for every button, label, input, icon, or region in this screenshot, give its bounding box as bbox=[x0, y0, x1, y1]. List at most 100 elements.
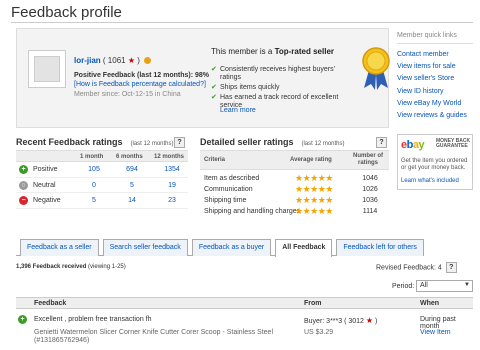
recent-ratings-table: 1 month 6 months 12 months + Positive 105 6… bbox=[16, 150, 188, 209]
period-select[interactable]: All ▼ bbox=[416, 280, 473, 292]
criteria-label: Shipping time bbox=[204, 197, 247, 204]
period-value: All bbox=[420, 282, 428, 289]
detailed-ratings-head: Criteria Average rating Number of rating… bbox=[200, 150, 389, 170]
revised-help-button[interactable]: ? bbox=[445, 262, 457, 273]
title-divider bbox=[11, 22, 473, 23]
revised-feedback-label: Revised Feedback: 4 bbox=[376, 264, 442, 272]
criteria-label: Communication bbox=[204, 186, 253, 193]
positive-feedback-percent: Positive Feedback (last 12 months): 98% bbox=[74, 72, 209, 79]
neutral-icon: ○ bbox=[19, 180, 28, 190]
detailed-rating-row: Shipping time ★★★★★ 1036 bbox=[200, 195, 389, 206]
username-link[interactable]: lor-jian bbox=[74, 56, 101, 65]
rating-count-link[interactable]: 23 bbox=[157, 197, 187, 204]
quick-links-list: Contact member View items for sale View … bbox=[397, 49, 467, 122]
member-since: Member since: Oct-12-15 in China bbox=[74, 91, 181, 98]
check-icon: ✔ bbox=[211, 94, 217, 101]
recent-ratings-help-button[interactable]: ? bbox=[174, 137, 185, 148]
quick-link-reviews[interactable]: View reviews & guides bbox=[397, 110, 467, 122]
rating-count-link[interactable]: 5 bbox=[117, 182, 147, 189]
tab-feedback-as-a-buyer[interactable]: Feedback as a buyer bbox=[191, 239, 272, 256]
star-rating-icon: ★★★★★ bbox=[295, 184, 333, 194]
quick-link-items-for-sale[interactable]: View items for sale bbox=[397, 61, 467, 73]
rating-count-link[interactable]: 105 bbox=[79, 166, 109, 173]
tab-all-feedback[interactable]: All Feedback bbox=[275, 239, 333, 257]
rating-count-link[interactable]: 1354 bbox=[157, 166, 187, 173]
rating-count: 1046 bbox=[362, 175, 378, 182]
learn-more-link[interactable]: Learn more bbox=[220, 107, 256, 114]
feedback-table-header: Feedback From When bbox=[16, 297, 473, 309]
tab-feedback-as-a-seller[interactable]: Feedback as a seller bbox=[20, 239, 99, 256]
top-rated-medal-icon bbox=[362, 47, 390, 90]
buyer-star-icon: ★ bbox=[365, 316, 374, 325]
top-rated-statement: This member is a Top-rated seller bbox=[211, 47, 334, 56]
rating-count: 1036 bbox=[362, 197, 378, 204]
quick-link-contact[interactable]: Contact member bbox=[397, 49, 467, 61]
recent-ratings-title: Recent Feedback ratings bbox=[16, 137, 123, 147]
rating-count-link[interactable]: 0 bbox=[79, 182, 109, 189]
criteria-label: Item as described bbox=[204, 175, 260, 182]
col-feedback: Feedback bbox=[34, 300, 67, 307]
username-row: lor-jian ( 1061 ★ ) bbox=[74, 56, 152, 65]
view-item-link[interactable]: View Item bbox=[420, 329, 451, 336]
quick-link-my-world[interactable]: View eBay My World bbox=[397, 98, 467, 110]
detailed-ratings-header: Detailed seller ratings (last 12 months) bbox=[200, 137, 345, 147]
rating-row-neutral: ○ Neutral 0 5 19 bbox=[16, 178, 188, 193]
detailed-ratings-table: Criteria Average rating Number of rating… bbox=[200, 150, 389, 217]
ad-learn-link[interactable]: Learn what's included bbox=[401, 178, 459, 184]
feedback-score: ( 1061 bbox=[102, 56, 126, 65]
ad-description: Get the item you ordered or get your mon… bbox=[401, 158, 468, 171]
check-icon: ✔ bbox=[211, 66, 217, 73]
top-rated-prefix: This member is a bbox=[211, 47, 275, 56]
feedback-score-close: ) bbox=[137, 56, 140, 65]
rating-count-link[interactable]: 5 bbox=[79, 197, 109, 204]
buyer-name-score: Buyer: 3***3 ( 3012 bbox=[304, 318, 364, 325]
top-rated-label: Top-rated seller bbox=[274, 47, 334, 56]
rating-row-negative: − Negative 5 14 23 bbox=[16, 193, 188, 209]
col-from: From bbox=[304, 300, 322, 307]
quick-links-title: Member quick links bbox=[397, 32, 457, 39]
bullet-text: Ships items quickly bbox=[220, 84, 280, 91]
positive-icon: + bbox=[18, 315, 27, 324]
money-back-guarantee-ad[interactable]: ebay MONEY BACK GUARANTEE Get the item y… bbox=[397, 134, 473, 190]
feedback-price: US $3.29 bbox=[304, 329, 334, 336]
page-title: Feedback profile bbox=[11, 4, 122, 21]
col-average-rating: Average rating bbox=[290, 157, 332, 163]
period-label: Period: bbox=[392, 283, 415, 290]
detailed-ratings-help-button[interactable]: ? bbox=[376, 137, 387, 148]
star-rating-icon: ★★★★★ bbox=[295, 195, 333, 205]
tab-search-seller-feedback[interactable]: Search seller feedback bbox=[102, 239, 188, 256]
buyer-score-close: ) bbox=[375, 318, 378, 325]
quick-link-store[interactable]: View seller's Store bbox=[397, 73, 467, 85]
col-when: When bbox=[420, 300, 440, 307]
feedback-comment: Excellent , problem free transaction fh bbox=[34, 316, 152, 323]
recent-ratings-header: Recent Feedback ratings (last 12 months) bbox=[16, 137, 174, 147]
rating-count: 1114 bbox=[362, 208, 378, 215]
detailed-ratings-title: Detailed seller ratings bbox=[200, 137, 294, 147]
quick-link-id-history[interactable]: View ID history bbox=[397, 86, 467, 98]
col-count-line-2: ratings bbox=[357, 160, 378, 166]
tab-feedback-left-for-others[interactable]: Feedback left for others bbox=[336, 239, 424, 256]
bullet-text: Consistently receives highest buyers' ra… bbox=[220, 66, 335, 81]
detailed-rating-row: Shipping and handling charges ★★★★★ 1114 bbox=[200, 206, 389, 217]
detailed-rating-row: Communication ★★★★★ 1026 bbox=[200, 184, 389, 195]
feedback-entry-row: + Excellent , problem free transaction f… bbox=[16, 311, 473, 349]
col-12-months: 12 months bbox=[154, 154, 185, 160]
percentage-calc-link[interactable]: [How is Feedback percentage calculated?] bbox=[74, 81, 206, 88]
quick-links-divider bbox=[397, 43, 473, 44]
star-rating-icon: ★★★★★ bbox=[295, 173, 333, 183]
feedback-buyer: Buyer: 3***3 ( 3012 ★ ) bbox=[304, 316, 377, 325]
col-number-of-ratings: Number of ratings bbox=[350, 153, 386, 167]
criteria-label: Shipping and handling charges bbox=[204, 208, 301, 215]
rating-count-link[interactable]: 694 bbox=[117, 166, 147, 173]
detailed-rating-row: Item as described ★★★★★ 1046 bbox=[200, 173, 389, 184]
col-6-months: 6 months bbox=[116, 154, 143, 160]
bullet-item: ✔ Ships items quickly bbox=[211, 84, 343, 92]
badge-line: GUARANTEE bbox=[436, 143, 468, 149]
check-icon: ✔ bbox=[211, 84, 217, 91]
top-rated-bullets: ✔ Consistently receives highest buyers' r… bbox=[211, 66, 343, 112]
rating-count-link[interactable]: 14 bbox=[117, 197, 147, 204]
rating-count-link[interactable]: 19 bbox=[157, 182, 187, 189]
top-rated-small-icon bbox=[144, 57, 152, 64]
positive-icon: + bbox=[19, 165, 28, 174]
feedback-when: During past month bbox=[420, 316, 456, 330]
